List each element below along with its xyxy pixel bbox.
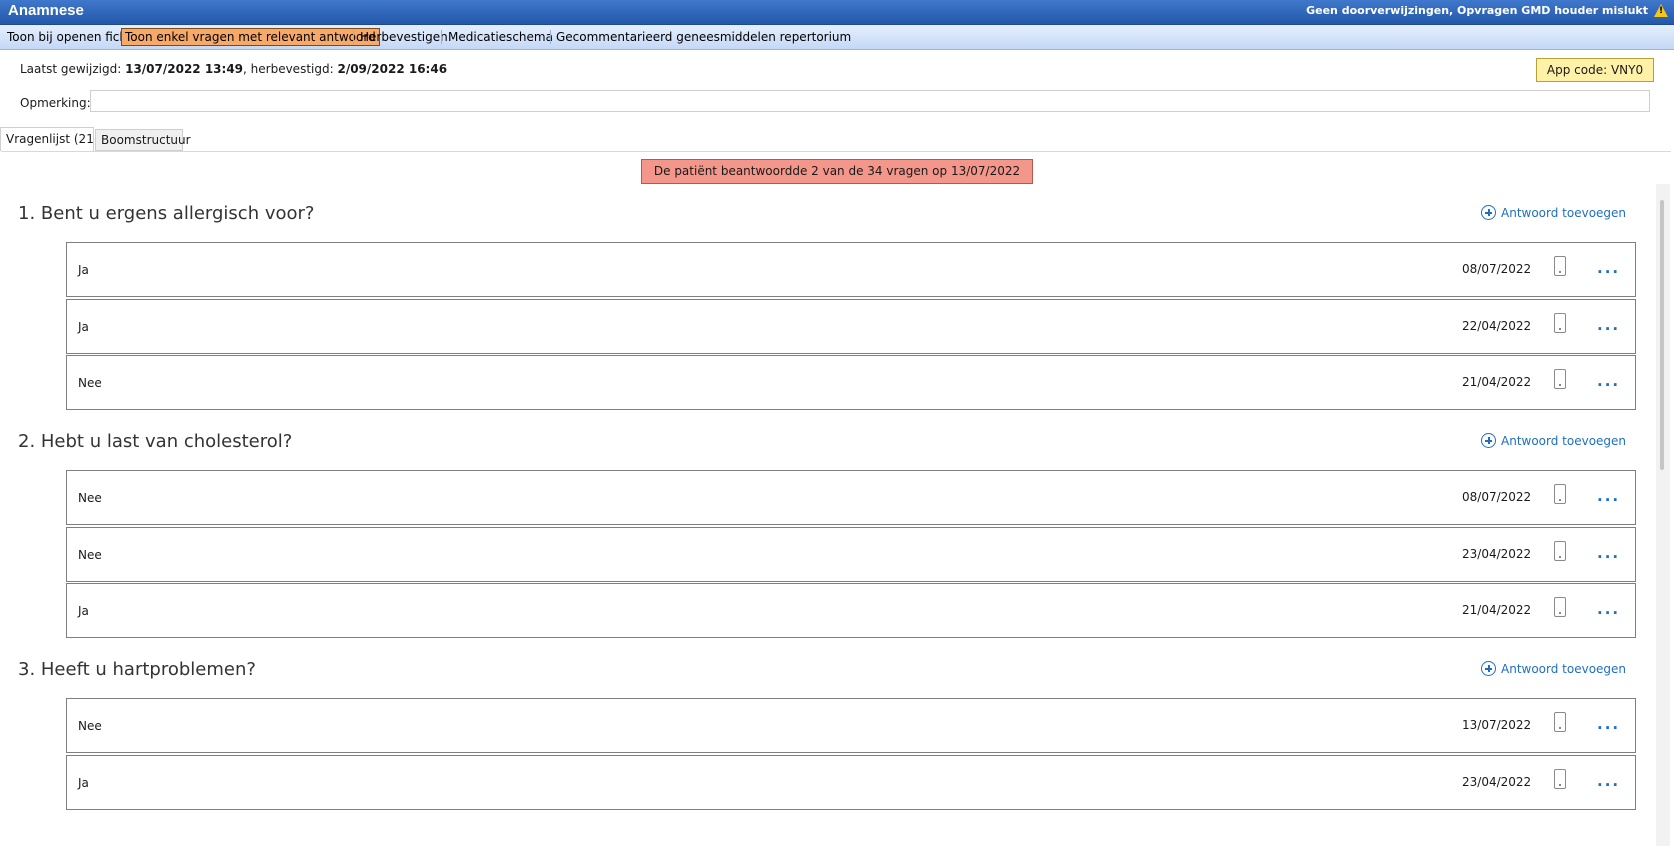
drug-repertory-button[interactable]: Gecommentarieerd geneesmiddelen repertor… xyxy=(553,28,854,46)
reconfirmed-label: , herbevestigd: xyxy=(243,62,334,76)
medication-schedule-button[interactable]: Medicatieschema xyxy=(445,28,556,46)
warning-icon[interactable] xyxy=(1654,4,1668,17)
more-options-button[interactable]: ... xyxy=(1597,316,1620,334)
plus-circle-icon xyxy=(1481,433,1496,448)
add-answer-button[interactable]: Antwoord toevoegen xyxy=(1481,661,1626,676)
show-on-open-button[interactable]: Toon bij openen fiche xyxy=(4,28,137,46)
answer-value: Ja xyxy=(78,320,89,334)
answer-row[interactable]: Nee 13/07/2022 ... xyxy=(66,698,1636,753)
add-answer-label: Antwoord toevoegen xyxy=(1501,434,1627,448)
answer-value: Nee xyxy=(78,719,102,733)
app-code-badge: App code: VNY0 xyxy=(1536,58,1654,82)
answer-date: 22/04/2022 xyxy=(1462,319,1532,333)
plus-circle-icon xyxy=(1481,661,1496,676)
answer-date: 08/07/2022 xyxy=(1462,262,1532,276)
question-title: 2. Hebt u last van cholesterol? xyxy=(18,431,293,452)
remark-label: Opmerking: xyxy=(20,96,91,110)
tab-tree-structure[interactable]: Boomstructuur xyxy=(95,129,191,151)
mobile-device-icon xyxy=(1554,369,1566,389)
more-options-button[interactable]: ... xyxy=(1597,487,1620,505)
last-modified-label: Laatst gewijzigd: xyxy=(20,62,122,76)
answer-value: Nee xyxy=(78,491,102,505)
answer-date: 23/04/2022 xyxy=(1462,547,1532,561)
mobile-device-icon xyxy=(1554,769,1566,789)
vertical-scrollbar[interactable] xyxy=(1656,184,1670,846)
add-answer-label: Antwoord toevoegen xyxy=(1501,206,1627,220)
remark-input[interactable] xyxy=(90,90,1650,112)
answer-value: Ja xyxy=(78,263,89,277)
reconfirm-button[interactable]: Herbevestigen xyxy=(357,28,451,46)
answer-row[interactable]: Ja 23/04/2022 ... xyxy=(66,755,1636,810)
add-answer-label: Antwoord toevoegen xyxy=(1501,662,1627,676)
more-options-button[interactable]: ... xyxy=(1597,544,1620,562)
window-title: Anamnese xyxy=(8,2,84,19)
answer-date: 08/07/2022 xyxy=(1462,490,1532,504)
mobile-device-icon xyxy=(1554,256,1566,276)
answer-row[interactable]: Nee 21/04/2022 ... xyxy=(66,355,1636,410)
more-options-button[interactable]: ... xyxy=(1597,772,1620,790)
answer-value: Nee xyxy=(78,548,102,562)
answer-date: 23/04/2022 xyxy=(1462,775,1532,789)
more-options-button[interactable]: ... xyxy=(1597,715,1620,733)
answer-date: 21/04/2022 xyxy=(1462,603,1532,617)
questionnaire-panel: De patiënt beantwoordde 2 van de 34 vrag… xyxy=(1,151,1671,846)
more-options-button[interactable]: ... xyxy=(1597,600,1620,618)
modification-info: Laatst gewijzigd: 13/07/2022 13:49, herb… xyxy=(20,62,447,76)
toolbar-separator xyxy=(353,30,354,44)
answer-row[interactable]: Ja 22/04/2022 ... xyxy=(66,299,1636,354)
add-answer-button[interactable]: Antwoord toevoegen xyxy=(1481,433,1626,448)
answer-date: 13/07/2022 xyxy=(1462,718,1532,732)
add-answer-button[interactable]: Antwoord toevoegen xyxy=(1481,205,1626,220)
title-bar: Anamnese Geen doorverwijzingen, Opvragen… xyxy=(0,0,1674,25)
toolbar-separator xyxy=(550,30,551,44)
mobile-device-icon xyxy=(1554,597,1566,617)
reconfirmed-value: 2/09/2022 16:46 xyxy=(337,62,448,76)
more-options-button[interactable]: ... xyxy=(1597,259,1620,277)
mobile-device-icon xyxy=(1554,712,1566,732)
answer-row[interactable]: Nee 08/07/2022 ... xyxy=(66,470,1636,525)
answer-value: Nee xyxy=(78,376,102,390)
status-message: Geen doorverwijzingen, Opvragen GMD houd… xyxy=(1306,4,1648,17)
question-title: 3. Heeft u hartproblemen? xyxy=(18,659,256,680)
answer-row[interactable]: Nee 23/04/2022 ... xyxy=(66,527,1636,582)
answer-row[interactable]: Ja 21/04/2022 ... xyxy=(66,583,1636,638)
plus-circle-icon xyxy=(1481,205,1496,220)
answer-date: 21/04/2022 xyxy=(1462,375,1532,389)
toolbar-separator xyxy=(441,30,442,44)
answer-row[interactable]: Ja 08/07/2022 ... xyxy=(66,242,1636,297)
toolbar: Toon bij openen fiche Toon enkel vragen … xyxy=(0,25,1674,50)
answered-banner: De patiënt beantwoordde 2 van de 34 vrag… xyxy=(641,159,1033,184)
answer-value: Ja xyxy=(78,776,89,790)
more-options-button[interactable]: ... xyxy=(1597,372,1620,390)
mobile-device-icon xyxy=(1554,313,1566,333)
scrollbar-thumb[interactable] xyxy=(1660,200,1664,470)
mobile-device-icon xyxy=(1554,484,1566,504)
last-modified-value: 13/07/2022 13:49 xyxy=(125,62,244,76)
answer-value: Ja xyxy=(78,604,89,618)
mobile-device-icon xyxy=(1554,541,1566,561)
question-title: 1. Bent u ergens allergisch voor? xyxy=(18,203,315,224)
show-relevant-only-toggle[interactable]: Toon enkel vragen met relevant antwoord xyxy=(121,28,380,46)
tab-questionnaire[interactable]: Vragenlijst (21) xyxy=(0,127,99,151)
